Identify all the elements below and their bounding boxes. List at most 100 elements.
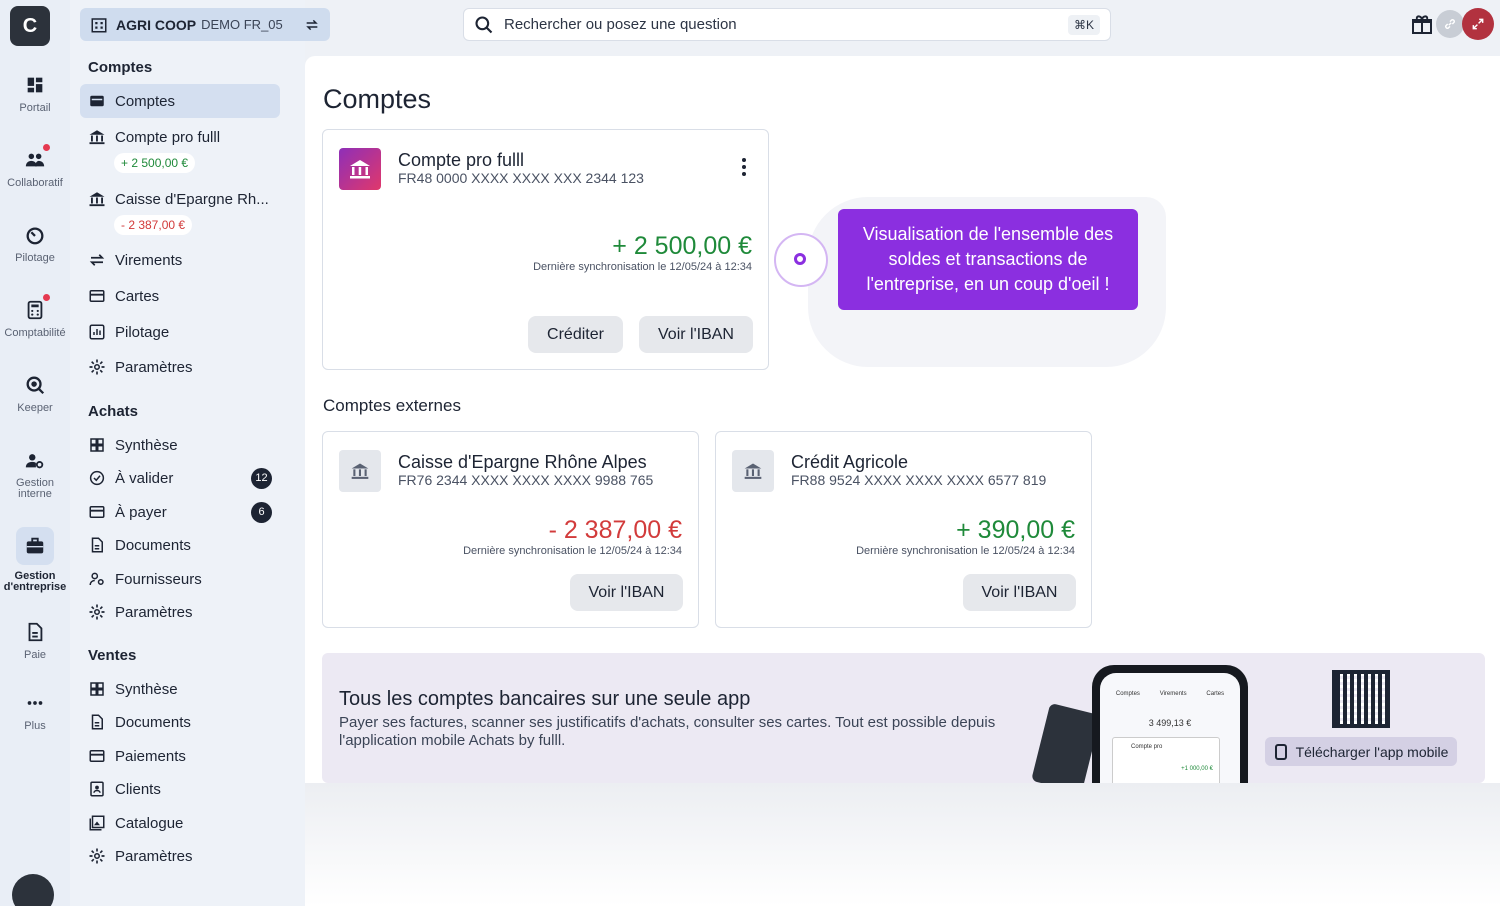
- document-icon: [91, 714, 103, 730]
- rail-item-gestion-interne[interactable]: Gestion interne: [0, 450, 70, 500]
- user-settings-icon: [89, 572, 104, 586]
- account-iban: FR48 0000 XXXX XXXX XXX 2344 123: [398, 170, 644, 186]
- nav-clients[interactable]: Clients: [80, 772, 280, 806]
- contact-icon: [90, 781, 104, 797]
- count-badge: 6: [251, 501, 272, 523]
- bank-icon: [89, 130, 105, 145]
- nav-ventes-documents[interactable]: Documents: [80, 705, 280, 739]
- pro-account-card[interactable]: Compte pro fulll FR48 0000 XXXX XXXX XXX…: [322, 129, 769, 370]
- nav-label: Paramètres: [115, 358, 193, 376]
- nav-label: À payer: [115, 503, 167, 521]
- transfer-icon: [89, 254, 105, 266]
- hotspot-marker[interactable]: [774, 233, 828, 287]
- nav-label: Virements: [115, 251, 183, 269]
- nav-parametres-ventes[interactable]: Paramètres: [80, 839, 280, 873]
- phone-mockup: Comptes Virements Cartes 3 499,13 € Comp…: [1092, 665, 1248, 783]
- rail-item-keeper[interactable]: Keeper: [0, 374, 70, 414]
- onboarding-tooltip: Visualisation de l'ensemble des soldes e…: [838, 209, 1138, 310]
- timer-icon: [26, 227, 44, 245]
- rail-item-portail[interactable]: Portail: [0, 74, 70, 114]
- external-account-card[interactable]: Crédit Agricole FR88 9524 XXXX XXXX XXXX…: [715, 431, 1092, 628]
- link-button[interactable]: [1436, 10, 1464, 38]
- gear-icon: [89, 359, 105, 375]
- nav-label: Documents: [115, 536, 191, 554]
- section-achats: Achats: [88, 403, 139, 420]
- notification-dot: [43, 294, 50, 301]
- bank-logo: [339, 148, 381, 190]
- nav-virements[interactable]: Virements: [80, 243, 280, 277]
- nav-label: Synthèse: [115, 436, 178, 454]
- nav-a-valider[interactable]: À valider 12: [80, 461, 280, 495]
- nav-compte-pro[interactable]: Compte pro fulll: [80, 120, 280, 154]
- nav-achats-synthese[interactable]: Synthèse: [80, 428, 280, 462]
- org-switcher[interactable]: AGRI COOP DEMO FR_05: [80, 8, 330, 41]
- rail-item-gestion-entreprise[interactable]: Gestion d'entreprise: [0, 527, 70, 593]
- nav-label: Cartes: [115, 287, 160, 305]
- rail-item-comptabilite[interactable]: Comptabilité: [0, 299, 70, 339]
- view-iban-button[interactable]: Voir l'IBAN: [570, 574, 683, 611]
- card-icon: [89, 506, 105, 518]
- rail-item-plus[interactable]: Plus: [0, 692, 70, 732]
- rail-label: Paie: [23, 649, 47, 661]
- expand-icon: [1472, 18, 1484, 30]
- nav-caisse-epargne[interactable]: Caisse d'Epargne Rh...: [80, 182, 280, 216]
- account-balance: + 390,00 €: [956, 516, 1075, 544]
- gear-icon: [89, 604, 105, 620]
- section-comptes: Comptes: [88, 59, 153, 76]
- check-circle-icon: [89, 470, 105, 486]
- nav-a-payer[interactable]: À payer 6: [80, 495, 280, 529]
- bank-icon: [744, 463, 762, 479]
- rail-item-pilotage[interactable]: Pilotage: [0, 224, 70, 264]
- org-name: AGRI COOP: [116, 16, 197, 33]
- search-zoom-icon: [26, 376, 45, 395]
- nav-parametres-achats[interactable]: Paramètres: [80, 595, 280, 629]
- bank-logo: [339, 450, 381, 492]
- gift-button[interactable]: [1408, 10, 1436, 38]
- rail-item-paie[interactable]: Paie: [0, 621, 70, 661]
- document-icon: [28, 622, 43, 642]
- nav-label: Catalogue: [115, 814, 184, 832]
- nav-label: Clients: [115, 780, 161, 798]
- chat-avatar[interactable]: [12, 874, 54, 906]
- nav-ventes-synthese[interactable]: Synthèse: [80, 672, 280, 706]
- card-icon: [89, 290, 105, 302]
- nav-paiements[interactable]: Paiements: [80, 739, 280, 773]
- view-iban-button[interactable]: Voir l'IBAN: [639, 316, 753, 353]
- kebab-icon: [742, 158, 746, 162]
- nav-achats-documents[interactable]: Documents: [80, 528, 280, 562]
- nav-fournisseurs[interactable]: Fournisseurs: [80, 562, 280, 596]
- rail-label: Pilotage: [15, 252, 55, 264]
- search-input[interactable]: Rechercher ou posez une question ⌘K: [463, 8, 1111, 41]
- banner-text: Payer ses factures, scanner ses justific…: [339, 714, 996, 749]
- grid-icon: [90, 438, 104, 452]
- account-balance: + 2 500,00 €: [612, 232, 752, 260]
- sidebar: AGRI COOP DEMO FR_05 Comptes Comptes Com…: [70, 0, 330, 906]
- rail-item-collaboratif[interactable]: Collaboratif: [0, 149, 70, 189]
- user-settings-icon: [25, 454, 44, 469]
- nav-pilotage[interactable]: Pilotage: [80, 315, 280, 349]
- rail-label: Gestion interne: [16, 477, 54, 500]
- sync-date: Dernière synchronisation le 12/05/24 à 1…: [856, 545, 1075, 557]
- external-account-card[interactable]: Caisse d'Epargne Rhône Alpes FR76 2344 X…: [322, 431, 699, 628]
- nav-parametres-comptes[interactable]: Paramètres: [80, 350, 280, 384]
- search-placeholder: Rechercher ou posez une question: [504, 16, 737, 33]
- nav-cartes[interactable]: Cartes: [80, 279, 280, 313]
- nav-catalogue[interactable]: Catalogue: [80, 806, 280, 840]
- balance-pill: - 2 387,00 €: [114, 215, 193, 235]
- nav-comptes[interactable]: Comptes: [80, 84, 280, 118]
- download-label: Télécharger l'app mobile: [1295, 743, 1449, 760]
- download-app-button[interactable]: Télécharger l'app mobile: [1265, 737, 1457, 766]
- rail-label: Keeper: [17, 402, 53, 414]
- account-title: Compte pro fulll: [398, 150, 525, 170]
- rail-label: Collaboratif: [7, 177, 63, 189]
- app-logo[interactable]: C: [10, 6, 50, 46]
- balance-pill: + 2 500,00 €: [114, 153, 196, 173]
- more-menu-button[interactable]: [742, 158, 748, 179]
- view-iban-button[interactable]: Voir l'IBAN: [963, 574, 1076, 611]
- expand-button[interactable]: [1462, 8, 1494, 40]
- mobile-app-banner: Tous les comptes bancaires sur une seule…: [322, 653, 1485, 783]
- account-title: Caisse d'Epargne Rhône Alpes: [398, 452, 647, 472]
- grid-icon: [90, 682, 104, 696]
- card-icon: [89, 750, 105, 762]
- credit-button[interactable]: Créditer: [528, 316, 623, 353]
